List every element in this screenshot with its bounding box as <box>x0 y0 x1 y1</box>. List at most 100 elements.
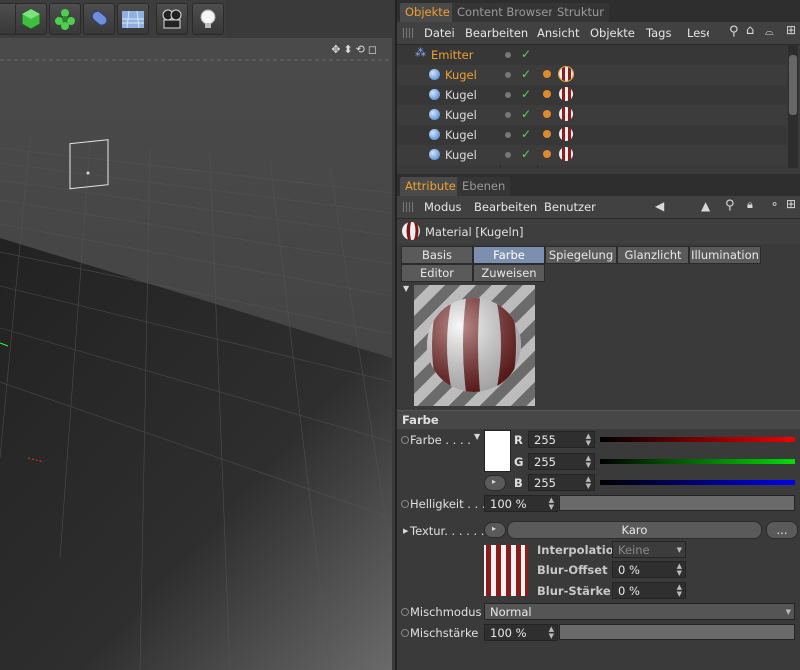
keyframe-dot[interactable] <box>401 500 409 508</box>
texture-more-button[interactable]: ... <box>766 521 798 539</box>
menu-benutzer[interactable]: Benutzer <box>544 200 596 214</box>
channel-tab-zuweisen[interactable]: Zuweisen <box>473 264 545 282</box>
object-tree-scrollbar[interactable] <box>788 45 798 168</box>
channel-tab-spiegelung[interactable]: Spiegelung <box>545 246 617 264</box>
channel-tab-glanzlicht[interactable]: Glanzlicht <box>617 246 689 264</box>
back-arrow-icon[interactable]: ◀ <box>655 199 664 213</box>
tree-item-label[interactable]: Kugel <box>445 148 477 162</box>
texture-expand-icon[interactable]: ▶ <box>403 527 408 535</box>
search-icon[interactable]: ⚲ <box>729 24 739 39</box>
new-panel-icon[interactable]: ⊞ <box>786 197 796 211</box>
tab-content-browser[interactable]: Content Browser <box>452 3 558 22</box>
capsule-button[interactable] <box>83 3 115 35</box>
menu-modus[interactable]: Modus <box>424 200 462 214</box>
enabled-check-icon[interactable]: ✓ <box>521 67 531 81</box>
enabled-check-icon[interactable]: ✓ <box>521 47 531 61</box>
channel-tab-farbe[interactable]: Farbe <box>473 246 545 264</box>
keyframe-dot[interactable] <box>401 608 409 616</box>
tree-item-label[interactable]: Kugel <box>445 68 477 82</box>
tab-ebenen[interactable]: Ebenen <box>457 177 511 196</box>
brightness-slider[interactable] <box>559 495 795 511</box>
visibility-dot[interactable] <box>505 152 511 158</box>
viewport-nav-icons[interactable]: ✥⬍⟲◻ <box>331 43 380 56</box>
brightness-input[interactable]: 100 % ▲ ▼ <box>484 495 558 512</box>
floor-button[interactable] <box>117 3 149 35</box>
tab-objekte[interactable]: Objekte <box>400 3 455 22</box>
tree-item-label[interactable]: Kugel <box>445 108 477 122</box>
up-arrow-icon[interactable]: ▲ <box>701 199 710 213</box>
camera-button[interactable] <box>156 3 188 35</box>
tag-icon[interactable] <box>543 90 551 98</box>
3d-viewport[interactable]: ✥⬍⟲◻ <box>0 38 392 670</box>
preview-toggle-icon[interactable]: ▼ <box>403 284 409 293</box>
grip-icon[interactable] <box>403 202 413 212</box>
mix-mode-select[interactable]: Normal ▼ <box>484 603 795 620</box>
lock-icon[interactable]: 🔒︎ <box>747 198 753 212</box>
channel-tab-editor[interactable]: Editor <box>401 264 473 282</box>
tree-item-kugel[interactable]: Kugel ✓ <box>397 105 787 125</box>
b-input[interactable]: 255 ▲ ▼ <box>528 474 595 491</box>
menu-objekte[interactable]: Objekte <box>590 26 635 40</box>
keyframe-dot[interactable] <box>401 629 409 637</box>
enabled-check-icon[interactable]: ✓ <box>521 107 531 121</box>
enabled-check-icon[interactable]: ✓ <box>521 127 531 141</box>
cloner-button[interactable] <box>49 3 81 35</box>
visibility-dot[interactable] <box>505 132 511 138</box>
texture-name-button[interactable]: Karo <box>507 521 762 539</box>
enabled-check-icon[interactable]: ✓ <box>521 87 531 101</box>
enabled-check-icon[interactable]: ✓ <box>521 147 531 161</box>
menu-bearbeiten[interactable]: Bearbeiten <box>474 200 537 214</box>
tree-item-label[interactable]: Kugel <box>445 128 477 142</box>
visibility-dot[interactable] <box>505 72 511 78</box>
tab-struktur[interactable]: Struktur <box>552 3 610 22</box>
tag-icon[interactable] <box>543 70 551 78</box>
channel-tab-basis[interactable]: Basis <box>401 246 473 264</box>
tree-item-label[interactable]: Kugel <box>445 88 477 102</box>
visibility-dot[interactable] <box>505 92 511 98</box>
pin-icon[interactable]: ⚬ <box>770 198 779 211</box>
r-input[interactable]: 255 ▲ ▼ <box>528 431 595 448</box>
menu-datei[interactable]: Datei <box>424 26 455 40</box>
light-button[interactable] <box>192 3 224 35</box>
menu-bearbeiten[interactable]: Bearbeiten <box>465 26 528 40</box>
menu-tags[interactable]: Tags <box>646 26 671 40</box>
tag-icon[interactable] <box>543 150 551 158</box>
menu-lesezeichen[interactable]: Lese <box>687 26 709 40</box>
color-expand-button[interactable]: ▸ <box>484 475 506 491</box>
g-slider[interactable] <box>600 459 795 464</box>
blur-offset-input[interactable]: 0 % ▲ ▼ <box>612 561 686 578</box>
tab-attribute[interactable]: Attribute <box>400 177 461 196</box>
material-tag-icon[interactable] <box>559 127 573 141</box>
tag-icon[interactable] <box>543 130 551 138</box>
tag-icon[interactable] <box>543 110 551 118</box>
g-input[interactable]: 255 ▲ ▼ <box>528 453 595 470</box>
material-tag-icon[interactable] <box>558 66 574 82</box>
tree-item-kugel[interactable]: Kugel ✓ <box>397 65 787 85</box>
new-panel-icon[interactable]: ⊞ <box>786 23 796 37</box>
material-tag-icon[interactable] <box>559 107 573 121</box>
tree-item-emitter[interactable]: ⁂ Emitter ✓ <box>397 45 787 65</box>
visibility-dot[interactable] <box>505 112 511 118</box>
interpolation-select[interactable]: Keine ▼ <box>612 541 686 558</box>
dropdown-arrow-icon[interactable]: ▼ <box>474 432 480 441</box>
blur-strength-input[interactable]: 0 % ▲ ▼ <box>612 582 686 599</box>
cube-button[interactable] <box>15 3 47 35</box>
menu-ansicht[interactable]: Ansicht <box>537 26 579 40</box>
color-swatch[interactable] <box>484 430 511 472</box>
b-slider[interactable] <box>600 480 795 485</box>
channel-tab-illumination[interactable]: Illumination <box>689 246 761 264</box>
tree-item-label[interactable]: Emitter <box>431 48 474 62</box>
r-slider[interactable] <box>600 437 795 442</box>
visibility-dot[interactable] <box>505 52 511 58</box>
tree-item-kugel[interactable]: Kugel ✓ <box>397 145 787 165</box>
tree-item-kugel[interactable]: Kugel ✓ <box>397 125 787 145</box>
home-icon[interactable]: ⌂ <box>746 23 754 38</box>
keyframe-dot[interactable] <box>401 436 409 444</box>
texture-menu-button[interactable]: ▸ <box>484 522 506 538</box>
tree-item-kugel[interactable]: Kugel ✓ <box>397 85 787 105</box>
material-tag-icon[interactable] <box>559 87 573 101</box>
search-icon[interactable]: ⚲ <box>725 198 735 213</box>
mix-strength-input[interactable]: 100 % ▲ ▼ <box>484 624 558 641</box>
material-tag-icon[interactable] <box>559 147 573 161</box>
mix-strength-slider[interactable] <box>559 624 795 640</box>
